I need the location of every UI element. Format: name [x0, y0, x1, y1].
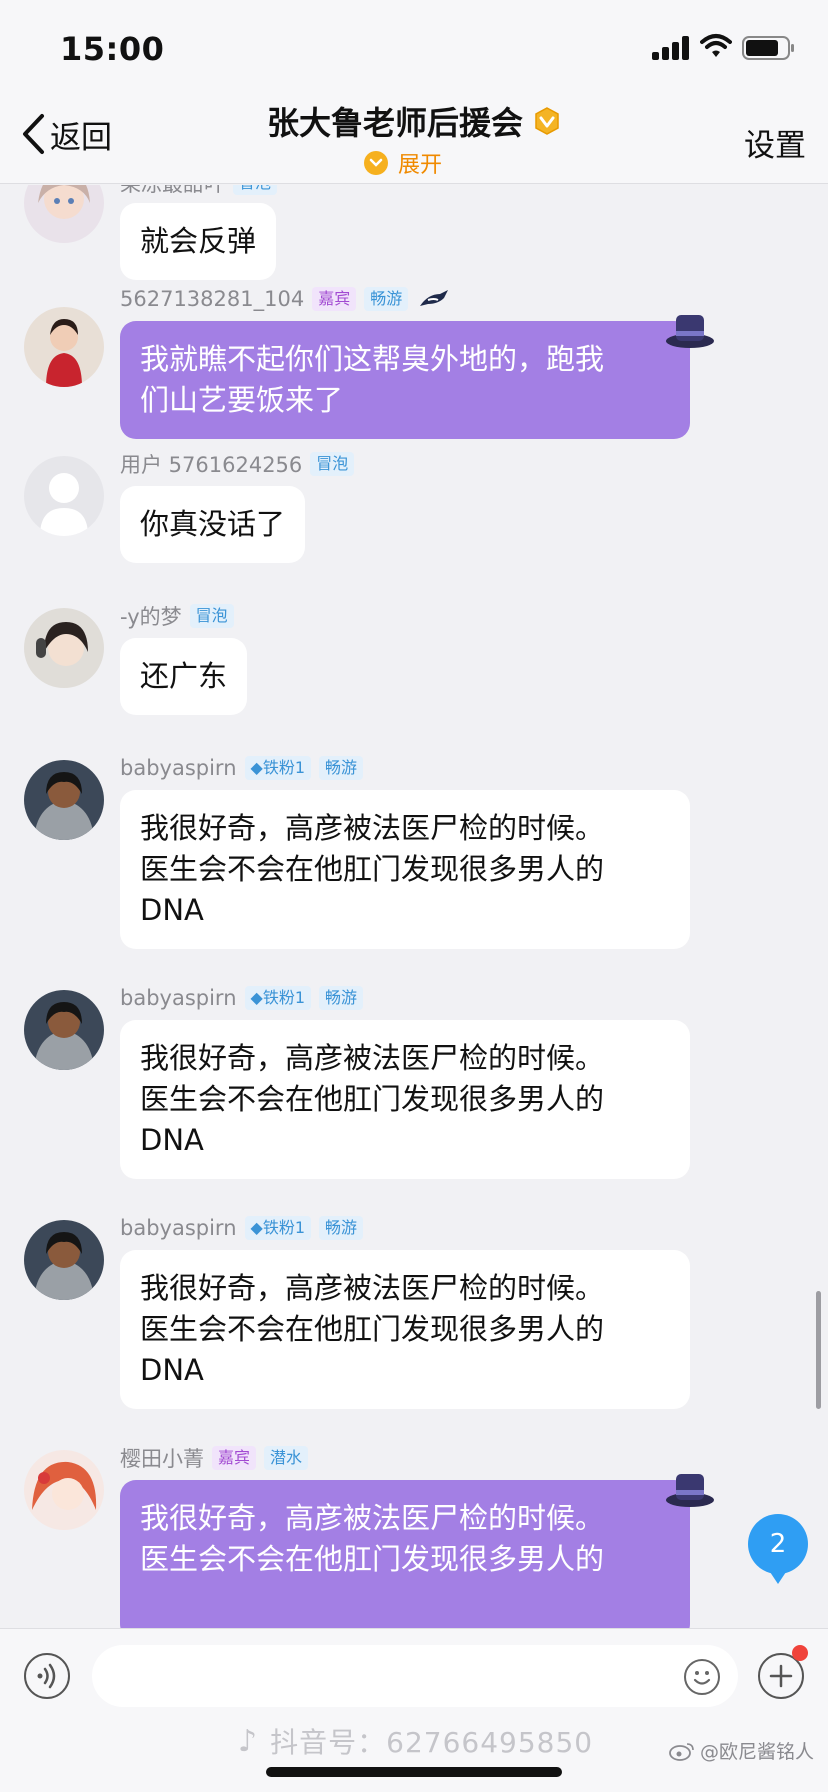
message-bubble[interactable]: 我就瞧不起你们这帮臭外地的，跑我 们山艺要饭来了: [120, 321, 690, 439]
message-line: DNA: [140, 893, 204, 927]
expand-button[interactable]: 展开: [364, 148, 442, 178]
avatar[interactable]: [24, 1220, 104, 1300]
avatar[interactable]: [24, 990, 104, 1070]
avatar[interactable]: [24, 307, 104, 387]
battery-icon: [742, 36, 794, 60]
status-bar: 15:00: [0, 0, 828, 92]
wifi-icon: [700, 34, 732, 57]
douyin-id: 抖音号：62766495850: [270, 1726, 594, 1759]
group-title: 张大鲁老师后援会: [267, 98, 561, 144]
user-tag: 嘉宾: [212, 1446, 257, 1470]
user-tag: 冒泡: [310, 452, 355, 476]
message-meta: babyaspirn ◆铁粉1 畅游: [120, 754, 364, 782]
avatar[interactable]: [24, 456, 104, 536]
top-hat-icon: [666, 1474, 714, 1507]
avatar[interactable]: [24, 185, 104, 243]
message-line: 我很好奇，高彦被法医尸检的时候。: [140, 1041, 605, 1075]
user-tag: 冒泡: [189, 604, 234, 628]
message-meta: 用户 5761624256 冒泡: [120, 450, 355, 478]
message-line: 你真没话了: [140, 507, 286, 541]
message-line: DNA: [140, 1353, 204, 1387]
voice-input-button[interactable]: [24, 1653, 70, 1699]
avatar[interactable]: [24, 1450, 104, 1530]
chevron-left-icon: [23, 114, 44, 154]
message-meta: 5627138281_104 嘉宾 畅游: [120, 285, 450, 313]
message-line: 就会反弹: [140, 224, 257, 258]
user-tag: ◆铁粉1: [244, 756, 312, 780]
user-tag: 畅游: [319, 1216, 364, 1240]
message-bubble[interactable]: 我很好奇，高彦被法医尸检的时候。 医生会不会在他肛门发现很多男人的 DNA: [120, 1250, 690, 1409]
verified-badge-icon: [535, 107, 559, 135]
user-tag: 畅游: [319, 986, 364, 1010]
avatar[interactable]: [24, 608, 104, 688]
username: 用户 5761624256: [120, 453, 303, 477]
notification-dot: [792, 1645, 808, 1661]
username: 樱田小菁: [120, 1447, 204, 1471]
message-bubble[interactable]: 我很好奇，高彦被法医尸检的时候。 医生会不会在他肛门发现很多男人的 DNA: [120, 790, 690, 949]
expand-label: 展开: [398, 153, 443, 178]
input-bar: ♪ 抖音号：62766495850 @欧尼酱铭人: [0, 1628, 828, 1792]
message-line: DNA: [140, 1123, 204, 1157]
user-tag: 嘉宾: [312, 287, 357, 311]
message-line: 医生会不会在他肛门发现很多男人的: [140, 1312, 605, 1346]
message-bubble[interactable]: 还广东: [120, 638, 248, 715]
message-meta: babyaspirn ◆铁粉1 畅游: [120, 1214, 364, 1242]
weibo-logo-icon: [669, 1742, 694, 1761]
unread-count-badge[interactable]: 2: [748, 1514, 808, 1584]
voice-icon: [37, 1663, 56, 1689]
back-label: 返回: [50, 119, 112, 156]
douyin-watermark: ♪ 抖音号：62766495850: [238, 1721, 593, 1761]
message-line: 我很好奇，高彦被法医尸检的时候。: [140, 811, 605, 845]
back-button[interactable]: 返回: [20, 110, 112, 158]
scroll-indicator[interactable]: [816, 1291, 821, 1409]
user-tag: ◆铁粉1: [244, 986, 312, 1010]
message-line: 医生会不会在他肛门发现很多男人的: [140, 1082, 605, 1116]
message-bubble[interactable]: 我很好奇，高彦被法医尸检的时候。 医生会不会在他肛门发现很多男人的: [120, 1480, 690, 1628]
message-line: 医生会不会在他肛门发现很多男人的: [140, 1542, 605, 1576]
user-tag: 畅游: [364, 287, 409, 311]
chat-message-list[interactable]: 果冻最甜吖 冒泡 就会反弹 5627138281_104 嘉宾 畅游 我就瞧不起…: [0, 185, 828, 1628]
group-title-text: 张大鲁老师后援会: [266, 104, 523, 142]
user-tag: ◆铁粉1: [244, 1216, 312, 1240]
message-line: 还广东: [140, 659, 228, 693]
message-bubble[interactable]: 我很好奇，高彦被法医尸检的时候。 医生会不会在他肛门发现很多男人的 DNA: [120, 1020, 690, 1179]
username: babyaspirn: [120, 986, 237, 1010]
message-meta: -y的梦 冒泡: [120, 602, 234, 630]
message-meta: babyaspirn ◆铁粉1 畅游: [120, 984, 364, 1012]
message-meta: 果冻最甜吖 冒泡: [120, 185, 278, 198]
message-bubble[interactable]: 你真没话了: [120, 486, 306, 563]
douyin-logo-icon: ♪: [238, 1723, 259, 1759]
chevron-down-icon: [364, 151, 388, 175]
message-line: 们山艺要饭来了: [140, 383, 344, 417]
message-bubble[interactable]: 就会反弹: [120, 203, 277, 280]
emoji-button[interactable]: [684, 1659, 720, 1695]
username: babyaspirn: [120, 1216, 237, 1240]
user-tag: 畅游: [319, 756, 364, 780]
message-meta: 樱田小菁 嘉宾 潜水: [120, 1444, 309, 1472]
settings-button[interactable]: 设置: [744, 120, 806, 165]
message-line: 我很好奇，高彦被法医尸检的时候。: [140, 1271, 605, 1305]
weibo-watermark: @欧尼酱铭人: [668, 1737, 814, 1764]
username: 5627138281_104: [120, 287, 305, 311]
message-input[interactable]: [92, 1645, 738, 1707]
user-tag: 潜水: [264, 1446, 309, 1470]
username: babyaspirn: [120, 756, 237, 780]
user-tag: 冒泡: [233, 185, 278, 195]
home-indicator[interactable]: [266, 1767, 562, 1777]
username: 果冻最甜吖: [120, 185, 225, 198]
magpie-icon: [420, 290, 449, 306]
message-line: 我就瞧不起你们这帮臭外地的，跑我: [140, 342, 605, 376]
top-hat-icon: [666, 315, 714, 348]
message-line: 我很好奇，高彦被法医尸检的时候。: [140, 1501, 605, 1535]
username: -y的梦: [120, 605, 182, 629]
emoji-icon: [693, 1671, 711, 1685]
avatar[interactable]: [24, 760, 104, 840]
plus-icon: [769, 1664, 793, 1688]
nav-bar: 返回 张大鲁老师后援会 展开 设置: [0, 92, 828, 184]
cellular-signal-icon: [652, 36, 692, 60]
status-time: 15:00: [60, 30, 165, 68]
weibo-handle: @欧尼酱铭人: [700, 1741, 815, 1763]
message-line: 医生会不会在他肛门发现很多男人的: [140, 852, 605, 886]
